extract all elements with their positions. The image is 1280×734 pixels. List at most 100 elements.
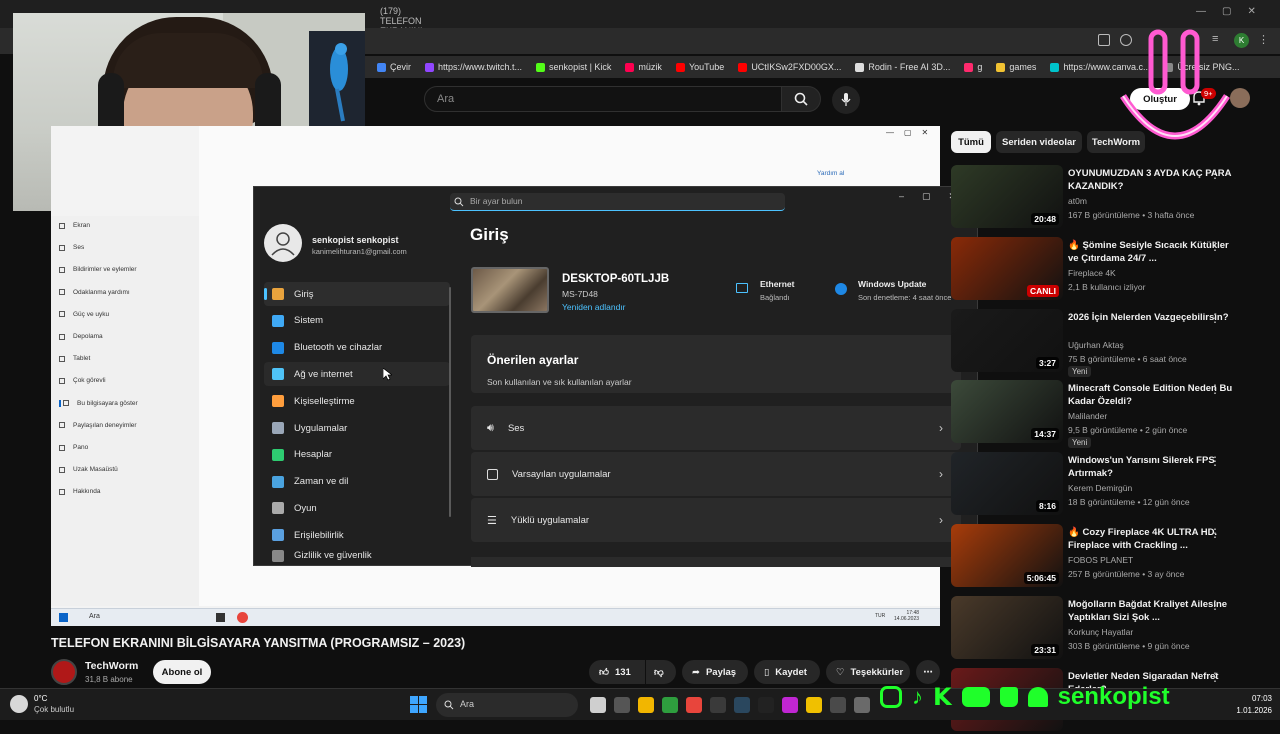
voice-search-button[interactable] [832, 86, 860, 114]
bookmark-item[interactable]: games [996, 62, 1036, 72]
settings-icon[interactable] [854, 697, 870, 713]
share-button[interactable]: ➦ Paylaş [682, 660, 748, 684]
bookmark-item[interactable]: Rodin - Free AI 3D... [855, 62, 950, 72]
more-options-icon[interactable]: ⋮ [1209, 239, 1221, 253]
recommended-channel[interactable]: FOBOS PLANET [1068, 555, 1133, 565]
old-nav-label: Pano [73, 444, 89, 451]
recommended-video[interactable]: 23:31 Moğolların Bağdat Kraliyet Ailesine… [951, 595, 1261, 662]
app-icon[interactable] [782, 697, 798, 713]
bookmark-item[interactable]: g [964, 62, 982, 72]
kebab-menu-icon[interactable]: ⋮ [1258, 33, 1269, 46]
subscribe-button[interactable]: Abone ol [153, 660, 211, 684]
settings-nav-item[interactable]: Ağ ve internet [264, 362, 450, 387]
recommended-video[interactable]: 5:06:45 🔥 Cozy Fireplace 4K ULTRA HD. Fir… [951, 524, 1261, 590]
bookmark-item[interactable]: müzik [625, 62, 662, 72]
recommended-video[interactable]: 8:16 Windows'un Yarısını Silerek FPS Artı… [951, 452, 1261, 518]
video-thumbnail[interactable]: 20:48 [951, 165, 1063, 228]
window-controls[interactable]: —▢✕ [1196, 6, 1272, 17]
profile-avatar[interactable]: K [1234, 33, 1249, 48]
bookmark-item[interactable]: YouTube [675, 62, 724, 72]
recommended-channel[interactable]: Malilander [1068, 411, 1107, 421]
more-options-icon[interactable]: ⋮ [1209, 382, 1221, 396]
recommended-video[interactable]: 14:37 Minecraft Console Edition Neden Bu … [951, 380, 1261, 449]
settings-nav-icon [272, 550, 284, 562]
app-icon[interactable] [830, 697, 846, 713]
chrome-icon[interactable] [686, 697, 702, 713]
search-button[interactable] [781, 86, 821, 112]
bookmark-item[interactable]: senkopist | Kick [536, 62, 611, 72]
windows-update-label[interactable]: Windows Update [858, 279, 926, 289]
more-actions-button[interactable]: ⋯ [916, 660, 940, 684]
recommended-channel[interactable]: at0m [1068, 196, 1087, 206]
row-installed-apps[interactable]: ☰ Yüklü uygulamalar › [471, 498, 961, 542]
thanks-button[interactable]: ♡ Teşekkürler [826, 660, 910, 684]
recommended-video[interactable]: CANLI 🔥 Şömine Sesiyle Sıcacık Kütükler v… [951, 236, 1261, 303]
recommended-video[interactable]: 3:27 2026 İçin Nelerden Vazgeçebilirsin? U… [951, 308, 1261, 377]
widgets-icon[interactable] [590, 697, 606, 713]
ethernet-label[interactable]: Ethernet [760, 279, 794, 289]
chip-all[interactable]: Tümü [951, 131, 991, 153]
chip-series[interactable]: Seriden videolar [996, 131, 1082, 153]
recommended-channel[interactable]: Uğurhan Aktaş [1068, 340, 1124, 350]
old-nav-label: Hakkında [73, 488, 101, 496]
video-thumbnail[interactable]: 8:16 [951, 452, 1063, 516]
recommended-channel[interactable]: Kerem Demirgün [1068, 483, 1132, 493]
more-options-icon[interactable]: ⋮ [1209, 454, 1221, 468]
more-options-icon[interactable]: ⋮ [1209, 598, 1221, 612]
recommended-meta: 18 B görüntüleme • 12 gün önce [1068, 497, 1190, 508]
page-title: Giriş [470, 225, 509, 244]
desktop-thumbnail [471, 267, 549, 313]
recommended-channel[interactable]: Fireplace 4K [1068, 268, 1116, 278]
settings-search-input[interactable]: Bir ayar bulun [450, 193, 785, 211]
chip-channel[interactable]: TechWorm [1087, 131, 1145, 153]
row-sound[interactable]: 🔊︎ Ses › [471, 406, 961, 450]
recommended-channel[interactable]: Korkunç Hayatlar [1068, 627, 1133, 637]
row-default-apps[interactable]: Varsayılan uygulamalar › [471, 452, 961, 496]
recommended-video[interactable]: 20:48 OYUNUMUZDAN 3 AYDA KAÇ PARA KAZANDI… [951, 165, 1261, 231]
rename-link[interactable]: Yeniden adlandır [562, 302, 626, 312]
obs-icon[interactable] [710, 697, 726, 713]
settings-nav-item[interactable]: Kişiselleştirme [264, 389, 450, 413]
windows-start-icon[interactable] [410, 696, 427, 713]
store-icon[interactable] [662, 697, 678, 713]
cast-icon[interactable] [1098, 34, 1110, 46]
more-options-icon[interactable]: ⋮ [1209, 311, 1221, 325]
task-view-icon[interactable] [614, 697, 630, 713]
bookmark-item[interactable]: https://www.twitch.t... [425, 62, 522, 72]
settings-nav-item[interactable]: Sistem [264, 309, 450, 333]
tiktok-icon: ♪ [912, 684, 923, 709]
settings-nav-item[interactable]: Hesaplar [264, 443, 450, 467]
epic-games-icon[interactable] [758, 697, 774, 713]
video-thumbnail[interactable]: 3:27 [951, 308, 1063, 372]
settings-nav-item[interactable]: Gizlilik ve güvenlik [264, 550, 450, 562]
dislike-button[interactable]: 👎︎ [646, 660, 676, 684]
tab-title[interactable]: (179) TELEFON EKRANINI BİLG... [380, 6, 440, 46]
video-duration: 14:37 [1031, 428, 1059, 441]
video-thumbnail[interactable]: 23:31 [951, 595, 1063, 659]
bookmark-item[interactable]: UCtIKSw2FXD00GX... [738, 62, 841, 72]
more-options-icon[interactable]: ⋮ [1209, 167, 1221, 181]
settings-nav-item[interactable]: Zaman ve dil [264, 470, 450, 494]
more-options-icon[interactable]: ⋮ [1209, 526, 1221, 540]
bookmark-item[interactable]: Çevir [377, 62, 411, 72]
taskbar-search[interactable]: Ara [436, 693, 578, 717]
settings-nav-item[interactable]: Oyun [264, 496, 450, 520]
video-thumbnail[interactable]: 5:06:45 [951, 524, 1063, 587]
settings-nav-item[interactable]: Erişilebilirlik [264, 523, 450, 547]
settings-nav-item[interactable]: Giriş [264, 282, 450, 306]
video-thumbnail[interactable]: 14:37 [951, 380, 1063, 444]
weather-icon[interactable] [10, 695, 28, 713]
nav-scrollbar[interactable] [449, 287, 451, 517]
steam-icon[interactable] [734, 697, 750, 713]
like-button[interactable]: 👍︎ 131 [589, 660, 645, 684]
settings-nav-item[interactable]: Uygulamalar [264, 416, 450, 440]
channel-avatar[interactable] [51, 659, 77, 685]
channel-name[interactable]: TechWorm [85, 660, 138, 672]
save-button[interactable]: ▯ Kaydet [754, 660, 820, 684]
file-explorer-icon[interactable] [638, 697, 654, 713]
app-icon[interactable] [806, 697, 822, 713]
settings-nav-item[interactable]: Bluetooth ve cihazlar [264, 336, 450, 360]
video-thumbnail[interactable]: CANLI [951, 236, 1063, 300]
search-input[interactable]: Ara [424, 86, 782, 112]
more-options-icon[interactable]: ⋮ [1209, 670, 1221, 684]
